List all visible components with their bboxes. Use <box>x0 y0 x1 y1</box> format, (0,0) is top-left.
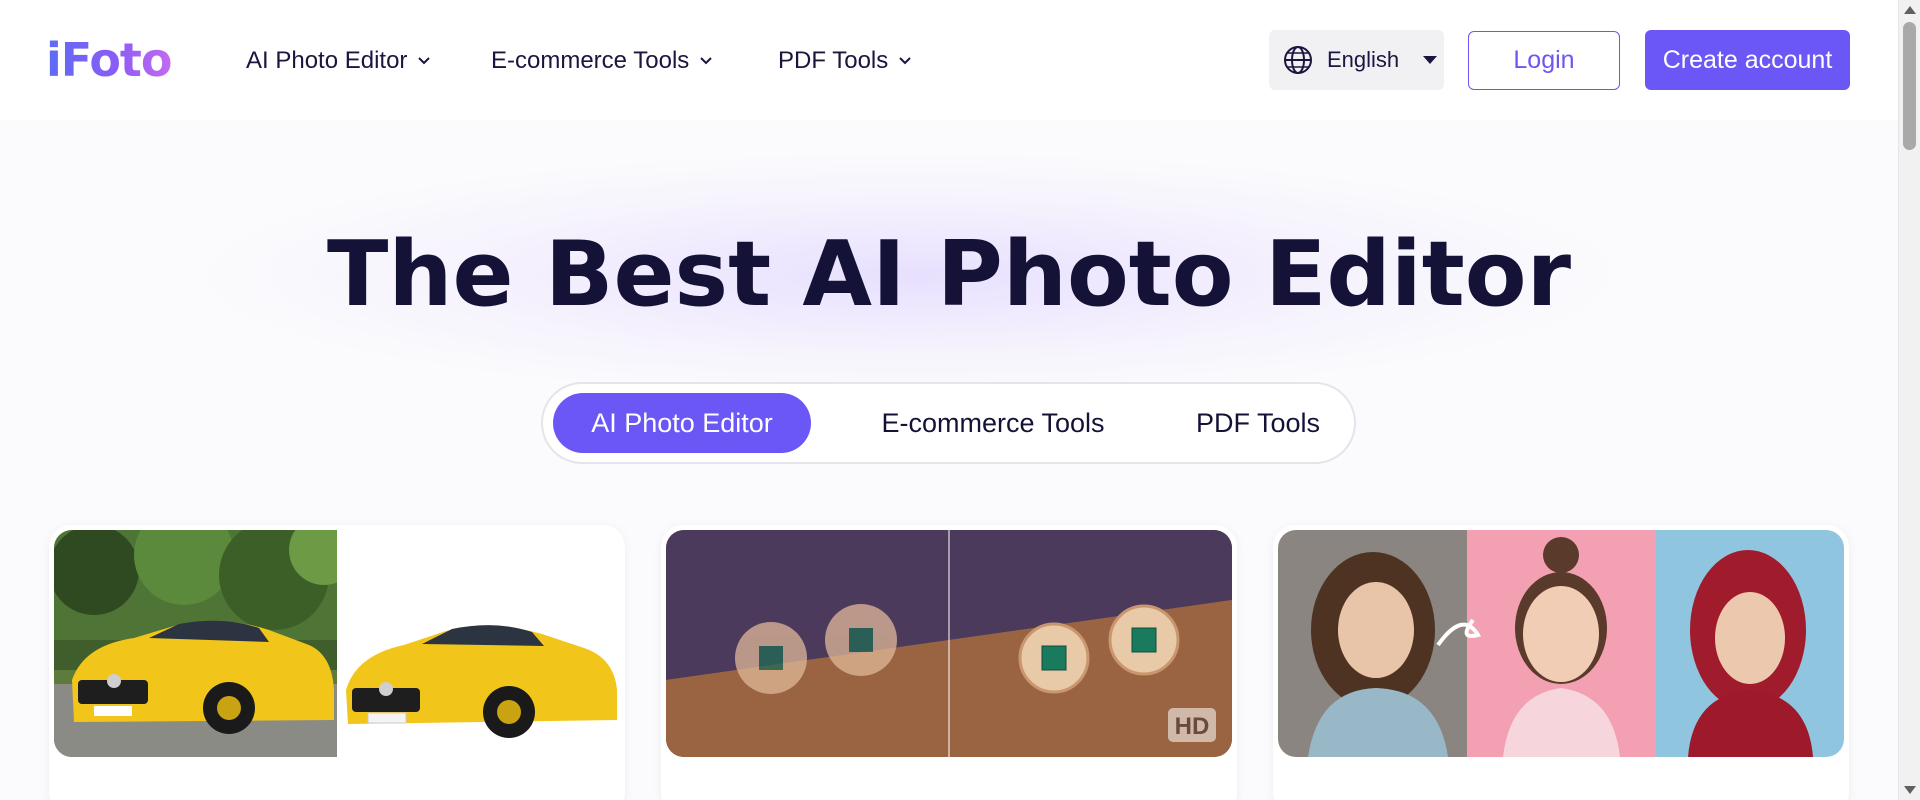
scrollbar-thumb[interactable] <box>1903 22 1916 150</box>
chevron-down-icon <box>700 57 712 65</box>
tab-ecommerce-tools[interactable]: E-commerce Tools <box>843 393 1143 453</box>
chevron-down-icon <box>899 57 911 65</box>
earrings-enhance-image: HD <box>666 530 1232 757</box>
nav-pdf-tools[interactable]: PDF Tools <box>778 44 912 78</box>
hd-badge: HD <box>1175 713 1210 740</box>
tool-card-background-remover[interactable] <box>49 525 625 800</box>
scroll-up-icon[interactable] <box>1904 6 1916 14</box>
ifoto-logo[interactable]: iFoto <box>46 33 173 87</box>
language-label: English <box>1327 47 1400 72</box>
tool-card-ai-headshot[interactable] <box>1273 525 1849 800</box>
car-before-after-image <box>54 530 620 757</box>
tab-ai-photo-editor[interactable]: AI Photo Editor <box>553 393 811 453</box>
page-scrollbar[interactable] <box>1898 0 1920 800</box>
tab-pdf-tools[interactable]: PDF Tools <box>1168 393 1348 453</box>
hero-title: The Best AI Photo Editor <box>327 222 1571 327</box>
language-selector[interactable]: English <box>1269 30 1444 90</box>
nav-ai-photo-editor-label: AI Photo Editor <box>246 47 408 74</box>
nav-ecommerce-tools[interactable]: E-commerce Tools <box>491 44 713 78</box>
nav-ecommerce-tools-label: E-commerce Tools <box>491 47 690 74</box>
login-button[interactable]: Login <box>1468 31 1620 90</box>
globe-icon <box>1284 46 1312 74</box>
portrait-transform-image <box>1278 530 1844 757</box>
nav-ai-photo-editor[interactable]: AI Photo Editor <box>246 44 431 78</box>
create-account-button[interactable]: Create account <box>1645 30 1850 90</box>
category-tabs: AI Photo Editor E-commerce Tools PDF Too… <box>541 382 1356 464</box>
caret-down-icon <box>1423 56 1438 64</box>
tool-card-photo-enhancer[interactable]: HD <box>661 525 1237 800</box>
chevron-down-icon <box>418 57 431 65</box>
site-header: iFoto AI Photo Editor E-commerce Tools P… <box>0 0 1898 120</box>
scroll-down-icon[interactable] <box>1904 786 1916 794</box>
nav-pdf-tools-label: PDF Tools <box>778 47 889 74</box>
